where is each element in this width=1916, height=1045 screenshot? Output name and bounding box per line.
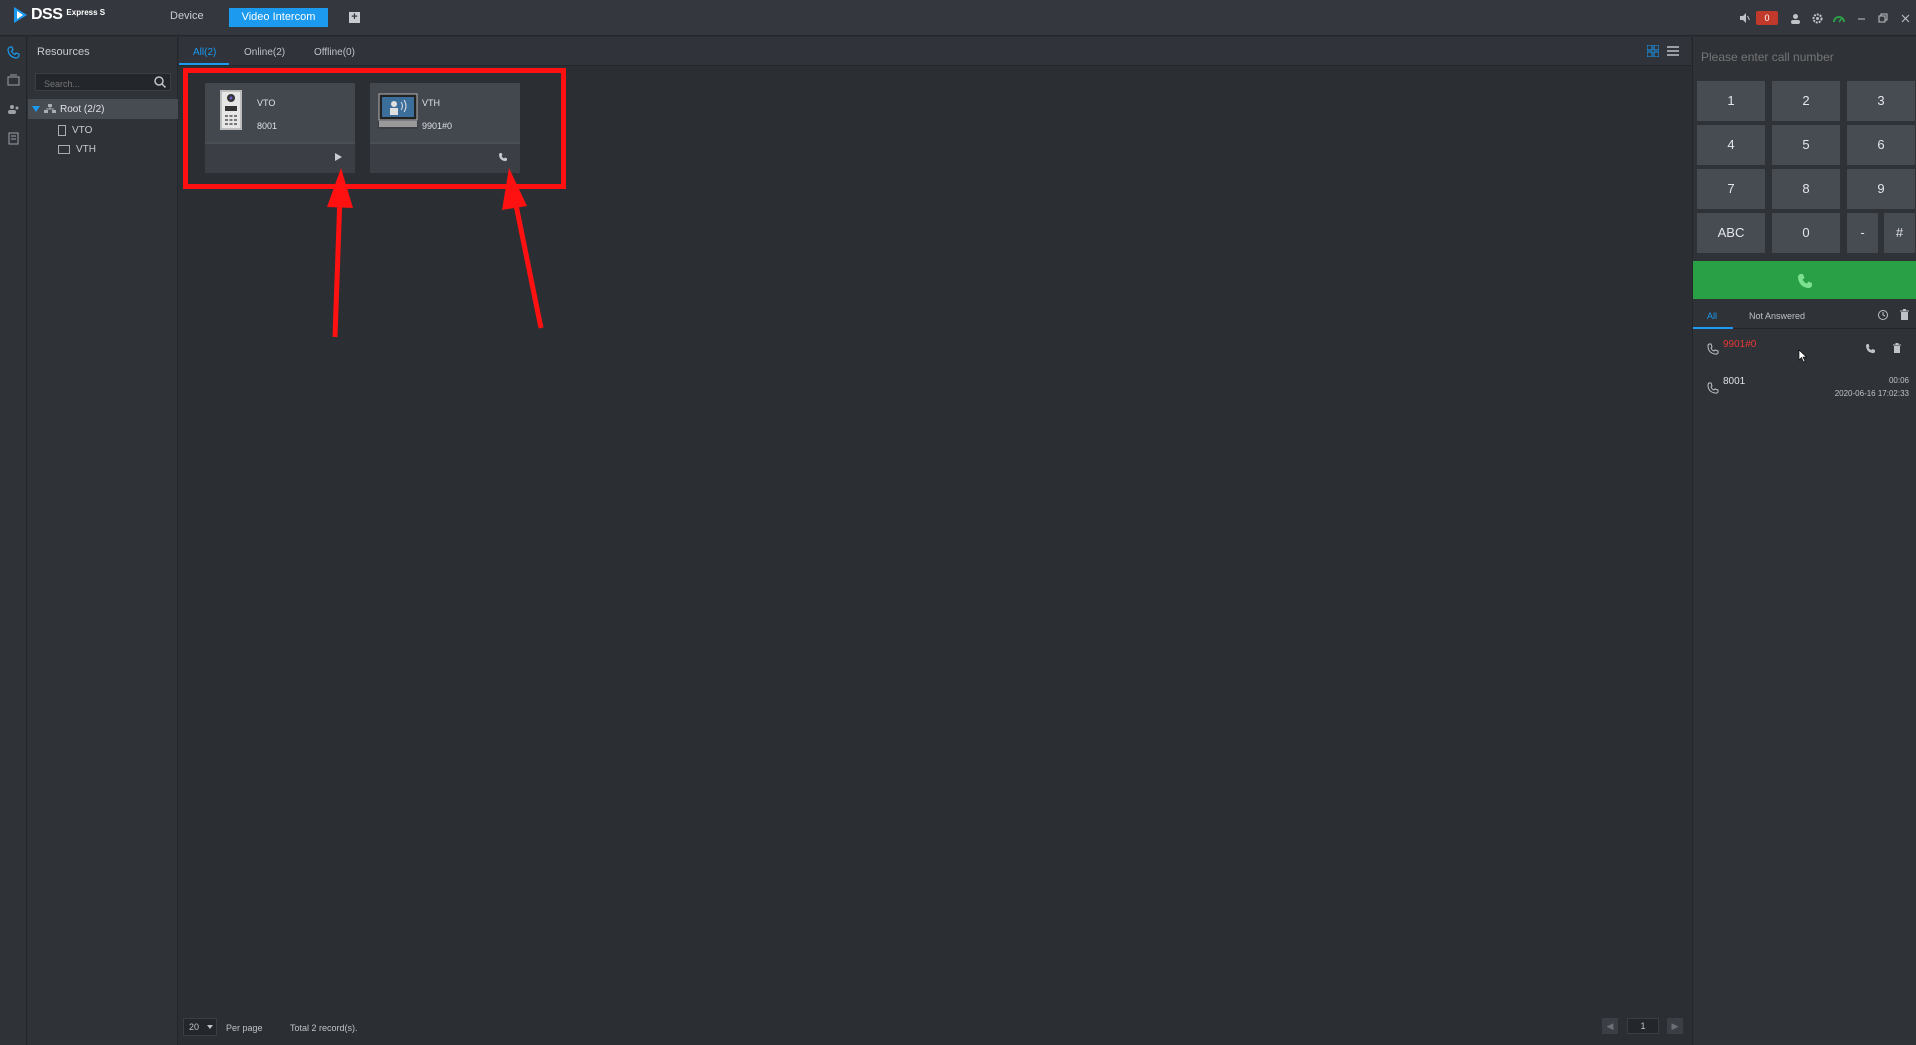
tab-active-indicator (179, 63, 229, 65)
org-icon (44, 104, 56, 113)
key-6[interactable]: 6 (1847, 125, 1915, 165)
key-4[interactable]: 4 (1697, 125, 1765, 165)
page-number-input[interactable]: 1 (1627, 1018, 1659, 1034)
key-dash[interactable]: - (1847, 213, 1878, 253)
minimize-icon[interactable] (1850, 8, 1872, 28)
network-status-icon[interactable] (1828, 8, 1850, 28)
tab-online[interactable]: Online(2) (244, 47, 285, 58)
list-view-icon[interactable] (1667, 45, 1679, 57)
call-record-tabs: All Not Answered (1693, 301, 1916, 329)
pagination: 20 Per page Total 2 record(s). ◀ 1 ▶ (179, 1013, 1691, 1043)
key-5[interactable]: 5 (1772, 125, 1840, 165)
logo-subtitle: Express S (66, 8, 106, 17)
nav-device[interactable]: Device (170, 10, 204, 22)
record-number: 9901#0 (1723, 339, 1757, 350)
key-hash[interactable]: # (1884, 213, 1915, 253)
tree-item-vto[interactable]: VTO (58, 125, 92, 136)
grid-view-icon[interactable] (1647, 45, 1659, 57)
mouse-cursor-icon (1798, 349, 1808, 363)
call-button[interactable] (1693, 261, 1916, 299)
tab-all-records[interactable]: All (1707, 311, 1717, 321)
per-page-value: 20 (189, 1022, 200, 1032)
tab-all[interactable]: All(2) (193, 47, 216, 58)
history-icon[interactable] (1877, 309, 1889, 321)
prev-page-icon[interactable]: ◀ (1602, 1018, 1618, 1034)
resource-search (35, 73, 171, 92)
view-toggle (1647, 45, 1679, 57)
per-page-label: Per page (226, 1023, 263, 1033)
record-duration: 00:06 (1888, 376, 1909, 385)
key-8[interactable]: 8 (1772, 169, 1840, 209)
search-input[interactable] (36, 76, 146, 92)
search-icon[interactable] (153, 75, 167, 89)
logo-icon (14, 7, 27, 23)
call-icon (1707, 343, 1719, 355)
per-page-select[interactable]: 20 (183, 1018, 217, 1036)
monitor-icon (58, 145, 70, 154)
tree-root[interactable]: Root (2/2) (28, 99, 178, 119)
log-icon[interactable] (6, 132, 21, 147)
key-1[interactable]: 1 (1697, 81, 1765, 121)
resources-title: Resources (37, 46, 90, 58)
gear-icon[interactable] (1806, 8, 1828, 28)
key-2[interactable]: 2 (1772, 81, 1840, 121)
module-strip (0, 37, 27, 1045)
callback-icon[interactable] (1865, 343, 1876, 354)
record-icon[interactable] (6, 74, 21, 89)
tab-offline[interactable]: Offline(0) (314, 47, 355, 58)
expand-arrow-icon[interactable] (32, 106, 40, 112)
close-icon[interactable] (1894, 8, 1916, 28)
tab-active-indicator (1693, 327, 1733, 329)
tree-root-label: Root (2/2) (60, 103, 105, 115)
add-tab-icon[interactable]: + (349, 12, 360, 23)
logo-text: DSS (31, 6, 63, 23)
key-abc[interactable]: ABC (1697, 213, 1765, 253)
device-filter-tabs: All(2) Online(2) Offline(0) (179, 37, 1691, 66)
top-bar: DSS Express S Device Video Intercom + 0 (0, 0, 1916, 36)
nav-video-intercom[interactable]: Video Intercom (229, 8, 328, 27)
tree-item-vth[interactable]: VTH (58, 144, 96, 155)
record-datetime: 2020-06-16 17:02:33 (1834, 389, 1909, 398)
speaker-icon[interactable] (1734, 8, 1756, 28)
tree-item-label: VTH (76, 144, 96, 155)
record-number: 8001 (1723, 376, 1746, 387)
call-record[interactable]: 9901#0 (1693, 335, 1916, 371)
chevron-down-icon (207, 1025, 213, 1029)
door-station-icon (58, 125, 66, 136)
trash-icon[interactable] (1899, 309, 1910, 321)
key-7[interactable]: 7 (1697, 169, 1765, 209)
call-icon (1707, 382, 1719, 394)
total-records: Total 2 record(s). (290, 1023, 358, 1033)
call-number-input[interactable] (1701, 48, 1911, 66)
user-icon[interactable] (1784, 8, 1806, 28)
trash-icon[interactable] (1892, 343, 1902, 354)
phone-icon (1798, 274, 1812, 289)
resources-panel: Resources Root (2/2) VTO VTH (28, 37, 178, 1045)
key-3[interactable]: 3 (1847, 81, 1915, 121)
tree-item-label: VTO (72, 125, 93, 136)
call-record[interactable]: 8001 00:06 2020-06-16 17:02:33 (1693, 372, 1916, 408)
restore-icon[interactable] (1872, 8, 1894, 28)
phone-icon[interactable] (6, 46, 21, 61)
annotation-box (183, 68, 566, 189)
key-9[interactable]: 9 (1847, 169, 1915, 209)
app-logo: DSS Express S (12, 6, 105, 24)
key-0[interactable]: 0 (1772, 213, 1840, 253)
dial-panel: 1 2 3 4 5 6 7 8 9 ABC 0 - # All Not Answ… (1692, 37, 1916, 1045)
tab-not-answered[interactable]: Not Answered (1749, 311, 1805, 321)
alarm-badge[interactable]: 0 (1756, 11, 1778, 25)
contacts-icon[interactable] (6, 103, 21, 118)
next-page-icon[interactable]: ▶ (1667, 1018, 1683, 1034)
window-controls: 0 (1734, 0, 1916, 36)
